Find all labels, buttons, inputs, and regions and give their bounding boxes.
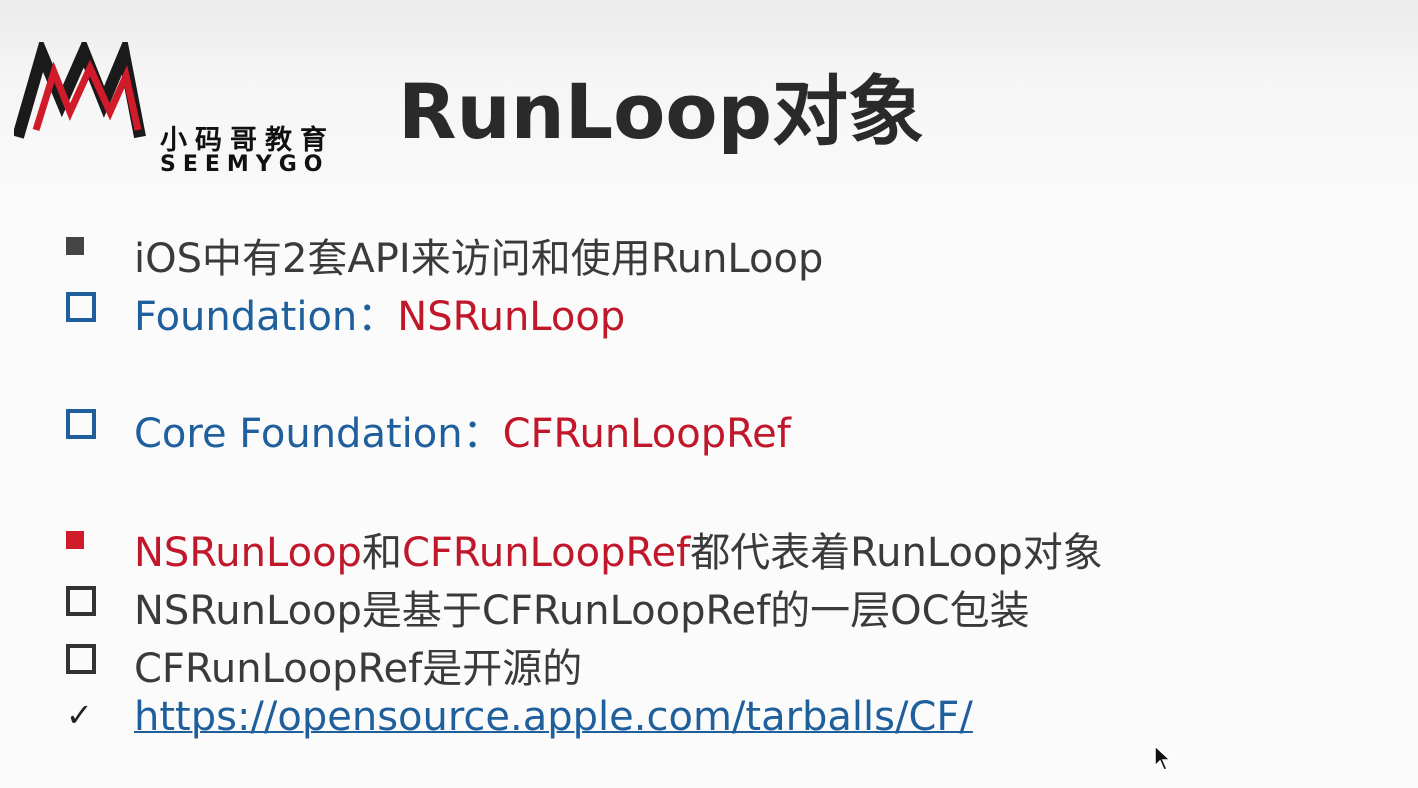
- foundation-label: Foundation: [134, 294, 358, 340]
- square-bullet-icon: [66, 237, 84, 255]
- nsrunloop-value: NSRunLoop: [397, 294, 626, 340]
- list-item: Core Foundation：CFRunLoopRef: [0, 397, 1418, 457]
- list-item-text: CFRunLoopRef是开源的: [134, 646, 583, 692]
- separator: ：: [357, 294, 398, 340]
- list-item: iOS中有2套API来访问和使用RunLoop: [0, 222, 1418, 282]
- hollow-square-bullet-icon: [66, 292, 96, 322]
- hollow-square-bullet-icon: [66, 409, 96, 439]
- list-item: ✓ https://opensource.apple.com/tarballs/…: [0, 690, 1418, 744]
- hollow-square-bullet-icon: [66, 586, 96, 616]
- square-bullet-icon: [66, 531, 84, 549]
- conjunction: 和: [361, 530, 402, 576]
- separator: ：: [462, 411, 503, 457]
- hollow-square-bullet-icon: [66, 644, 96, 674]
- cfrunloopref-term: CFRunLoopRef: [401, 530, 691, 576]
- list-item-text: Core Foundation：CFRunLoopRef: [134, 401, 791, 459]
- nsrunloop-term: NSRunLoop: [134, 530, 362, 576]
- list-item: CFRunLoopRef是开源的: [0, 632, 1418, 692]
- list-item-text: NSRunLoop和CFRunLoopRef都代表着RunLoop对象: [134, 520, 1103, 578]
- core-foundation-label: Core Foundation: [134, 411, 463, 457]
- list-item: Foundation：NSRunLoop: [0, 280, 1418, 340]
- list-item: NSRunLoop是基于CFRunLoopRef的一层OC包装: [0, 574, 1418, 634]
- mouse-cursor-icon: [1154, 744, 1172, 771]
- list-item-text: NSRunLoop是基于CFRunLoopRef的一层OC包装: [134, 588, 1030, 634]
- description: 都代表着RunLoop对象: [690, 530, 1103, 576]
- bullet-list: iOS中有2套API来访问和使用RunLoop Foundation：NSRun…: [0, 0, 1418, 788]
- list-item-text: iOS中有2套API来访问和使用RunLoop: [134, 236, 824, 282]
- cf-source-link[interactable]: https://opensource.apple.com/tarballs/CF…: [134, 694, 973, 740]
- list-item-text: Foundation：NSRunLoop: [134, 284, 625, 342]
- cfrunloopref-value: CFRunLoopRef: [502, 411, 791, 457]
- checkmark-icon: ✓: [66, 696, 93, 734]
- list-item: NSRunLoop和CFRunLoopRef都代表着RunLoop对象: [0, 516, 1418, 576]
